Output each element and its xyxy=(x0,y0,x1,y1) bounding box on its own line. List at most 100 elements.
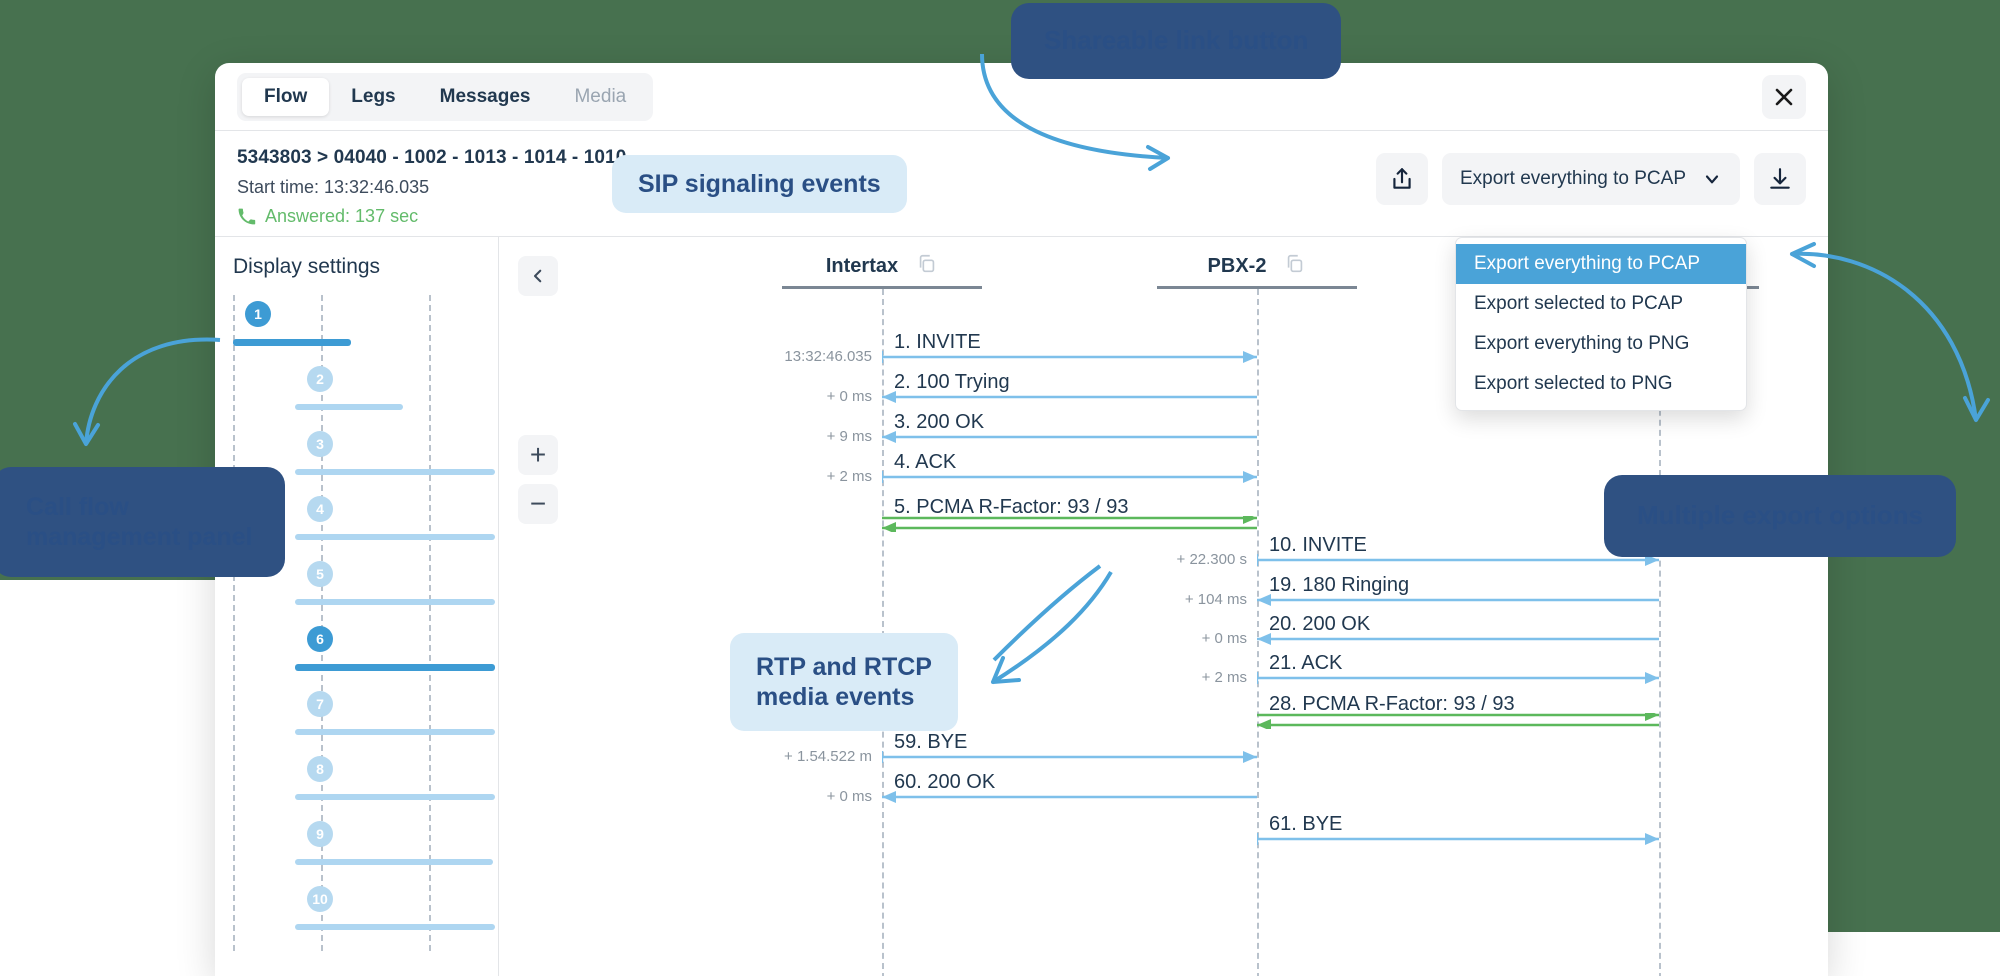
meta-actions: Export everything to PCAP xyxy=(1376,153,1806,205)
message-arrow-61[interactable] xyxy=(1257,833,1659,847)
tab-media[interactable]: Media xyxy=(552,78,648,116)
message-time-60: + 0 ms xyxy=(826,788,872,805)
message-time-20: + 0 ms xyxy=(1201,630,1247,647)
minimap-step-6[interactable]: 6 xyxy=(307,626,333,652)
minimap-step-1[interactable]: 1 xyxy=(245,301,271,327)
message-time-3: + 9 ms xyxy=(826,428,872,445)
minimap-step-8[interactable]: 8 xyxy=(307,756,333,782)
message-time-10: + 22.300 s xyxy=(1176,551,1247,568)
callout-shareable-link-text: Shareable link button xyxy=(1044,25,1309,56)
message-arrow-59[interactable] xyxy=(882,751,1257,765)
minimap-guide-3 xyxy=(429,295,431,951)
message-arrow-20[interactable] xyxy=(1257,633,1659,647)
actor-header: PBX-2 xyxy=(1157,251,1357,281)
message-arrow-19[interactable] xyxy=(1257,594,1659,608)
dropdown-option-export-selected-png[interactable]: Export selected to PNG xyxy=(1456,364,1746,404)
message-arrow-1[interactable] xyxy=(882,351,1257,365)
actor-header: Intertax xyxy=(782,251,982,281)
share-icon xyxy=(1393,168,1411,189)
message-time-4: + 2 ms xyxy=(826,468,872,485)
call-flow-minimap[interactable]: 1 2 3 4 5 6 7 8 9 10 xyxy=(233,295,499,955)
minimap-step-2[interactable]: 2 xyxy=(307,366,333,392)
message-time-2: + 0 ms xyxy=(826,388,872,405)
dropdown-option-export-selected-pcap[interactable]: Export selected to PCAP xyxy=(1456,284,1746,324)
chevron-left-icon xyxy=(533,269,542,283)
message-arrow-28[interactable] xyxy=(1257,713,1659,729)
backdrop-white-left xyxy=(0,580,215,976)
callout-call-flow-line1: Call flow xyxy=(26,492,129,521)
collapse-sidebar-button[interactable] xyxy=(518,256,558,296)
export-select-value: Export everything to PCAP xyxy=(1460,168,1686,189)
minimap-bar-8[interactable] xyxy=(295,794,495,800)
callout-shareable-link: Shareable link button xyxy=(1011,3,1342,79)
minimap-bar-1[interactable] xyxy=(233,339,351,346)
callout-rtp-rtcp: RTP and RTCP media events xyxy=(730,633,958,731)
callout-sip-signaling-text: SIP signaling events xyxy=(638,169,881,198)
minimap-bar-7[interactable] xyxy=(295,729,495,735)
minimap-bar-3[interactable] xyxy=(295,469,495,475)
minimap-bar-10[interactable] xyxy=(295,924,495,930)
tab-messages[interactable]: Messages xyxy=(418,78,553,116)
display-settings-title: Display settings xyxy=(233,255,381,278)
chevron-down-icon xyxy=(1705,175,1719,184)
minimap-step-5[interactable]: 5 xyxy=(307,561,333,587)
minimap-step-9[interactable]: 9 xyxy=(307,821,333,847)
zoom-in-button[interactable]: + xyxy=(518,435,558,475)
call-meta-header: 5343803 > 04040 - 1002 - 1013 - 1014 - 1… xyxy=(215,131,1828,237)
phone-icon xyxy=(237,207,256,226)
callout-sip-signaling: SIP signaling events xyxy=(612,155,907,213)
dropdown-option-export-everything-pcap[interactable]: Export everything to PCAP xyxy=(1456,244,1746,284)
copy-icon[interactable] xyxy=(1284,253,1306,280)
message-arrow-5[interactable] xyxy=(882,516,1257,532)
callout-export-options: Multiple export options xyxy=(1604,475,1956,557)
tab-legs[interactable]: Legs xyxy=(329,78,417,116)
tab-flow[interactable]: Flow xyxy=(242,77,330,116)
copy-icon[interactable] xyxy=(916,253,938,280)
callout-rtp-line1: RTP and RTCP xyxy=(756,652,932,681)
minimap-guide-1 xyxy=(233,295,235,951)
minimap-guide-2 xyxy=(321,295,323,951)
share-button[interactable] xyxy=(1376,153,1428,205)
export-dropdown-menu[interactable]: Export everything to PCAP Export selecte… xyxy=(1455,237,1747,411)
actor-pbx-2: PBX-2 xyxy=(1157,251,1357,289)
tab-group: Flow Legs Messages Media xyxy=(237,72,654,121)
minimap-bar-2[interactable] xyxy=(295,404,403,410)
message-arrow-2[interactable] xyxy=(882,391,1257,405)
call-answered-status: Answered: 137 sec xyxy=(237,206,1806,227)
download-icon xyxy=(1770,168,1790,189)
zoom-out-button[interactable]: − xyxy=(518,484,558,524)
minimap-step-4[interactable]: 4 xyxy=(307,496,333,522)
message-time-1: 13:32:46.035 xyxy=(784,348,872,365)
message-time-19: + 104 ms xyxy=(1184,591,1247,608)
actor-name: PBX-2 xyxy=(1207,254,1267,277)
message-arrow-60[interactable] xyxy=(882,791,1257,805)
actor-name: Intertax xyxy=(825,254,899,277)
close-button[interactable] xyxy=(1762,75,1806,119)
message-time-21: + 2 ms xyxy=(1201,669,1247,686)
display-settings-panel: Display settings 1 2 3 4 5 6 7 8 9 10 xyxy=(215,237,499,976)
message-arrow-3[interactable] xyxy=(882,431,1257,445)
minimap-step-10[interactable]: 10 xyxy=(307,886,333,912)
minimap-step-3[interactable]: 3 xyxy=(307,431,333,457)
callout-rtp-line2: media events xyxy=(756,683,915,711)
export-select[interactable]: Export everything to PCAP xyxy=(1442,153,1740,205)
close-icon xyxy=(1775,88,1793,106)
minimap-step-7[interactable]: 7 xyxy=(307,691,333,717)
message-arrow-4[interactable] xyxy=(882,471,1257,485)
message-time-59: + 1.54.522 m xyxy=(784,748,872,765)
minimap-bar-5[interactable] xyxy=(295,599,495,605)
minimap-bar-4[interactable] xyxy=(295,534,495,540)
minimap-bar-6[interactable] xyxy=(295,664,495,671)
download-button[interactable] xyxy=(1754,153,1806,205)
actor-intertax: Intertax xyxy=(782,251,982,289)
minimap-bar-9[interactable] xyxy=(295,859,493,865)
message-arrow-10[interactable] xyxy=(1257,554,1659,568)
answered-label: Answered: 137 sec xyxy=(265,206,419,226)
zoom-controls: + − xyxy=(518,435,558,533)
callout-call-flow-line2: management panel xyxy=(26,523,253,551)
callout-export-options-text: Multiple export options xyxy=(1637,500,1923,531)
call-flow-window: Flow Legs Messages Media 5343803 > 04040… xyxy=(215,63,1828,976)
message-arrow-21[interactable] xyxy=(1257,672,1659,686)
callout-call-flow-panel: Call flow management panel xyxy=(0,467,286,577)
dropdown-option-export-everything-png[interactable]: Export everything to PNG xyxy=(1456,324,1746,364)
